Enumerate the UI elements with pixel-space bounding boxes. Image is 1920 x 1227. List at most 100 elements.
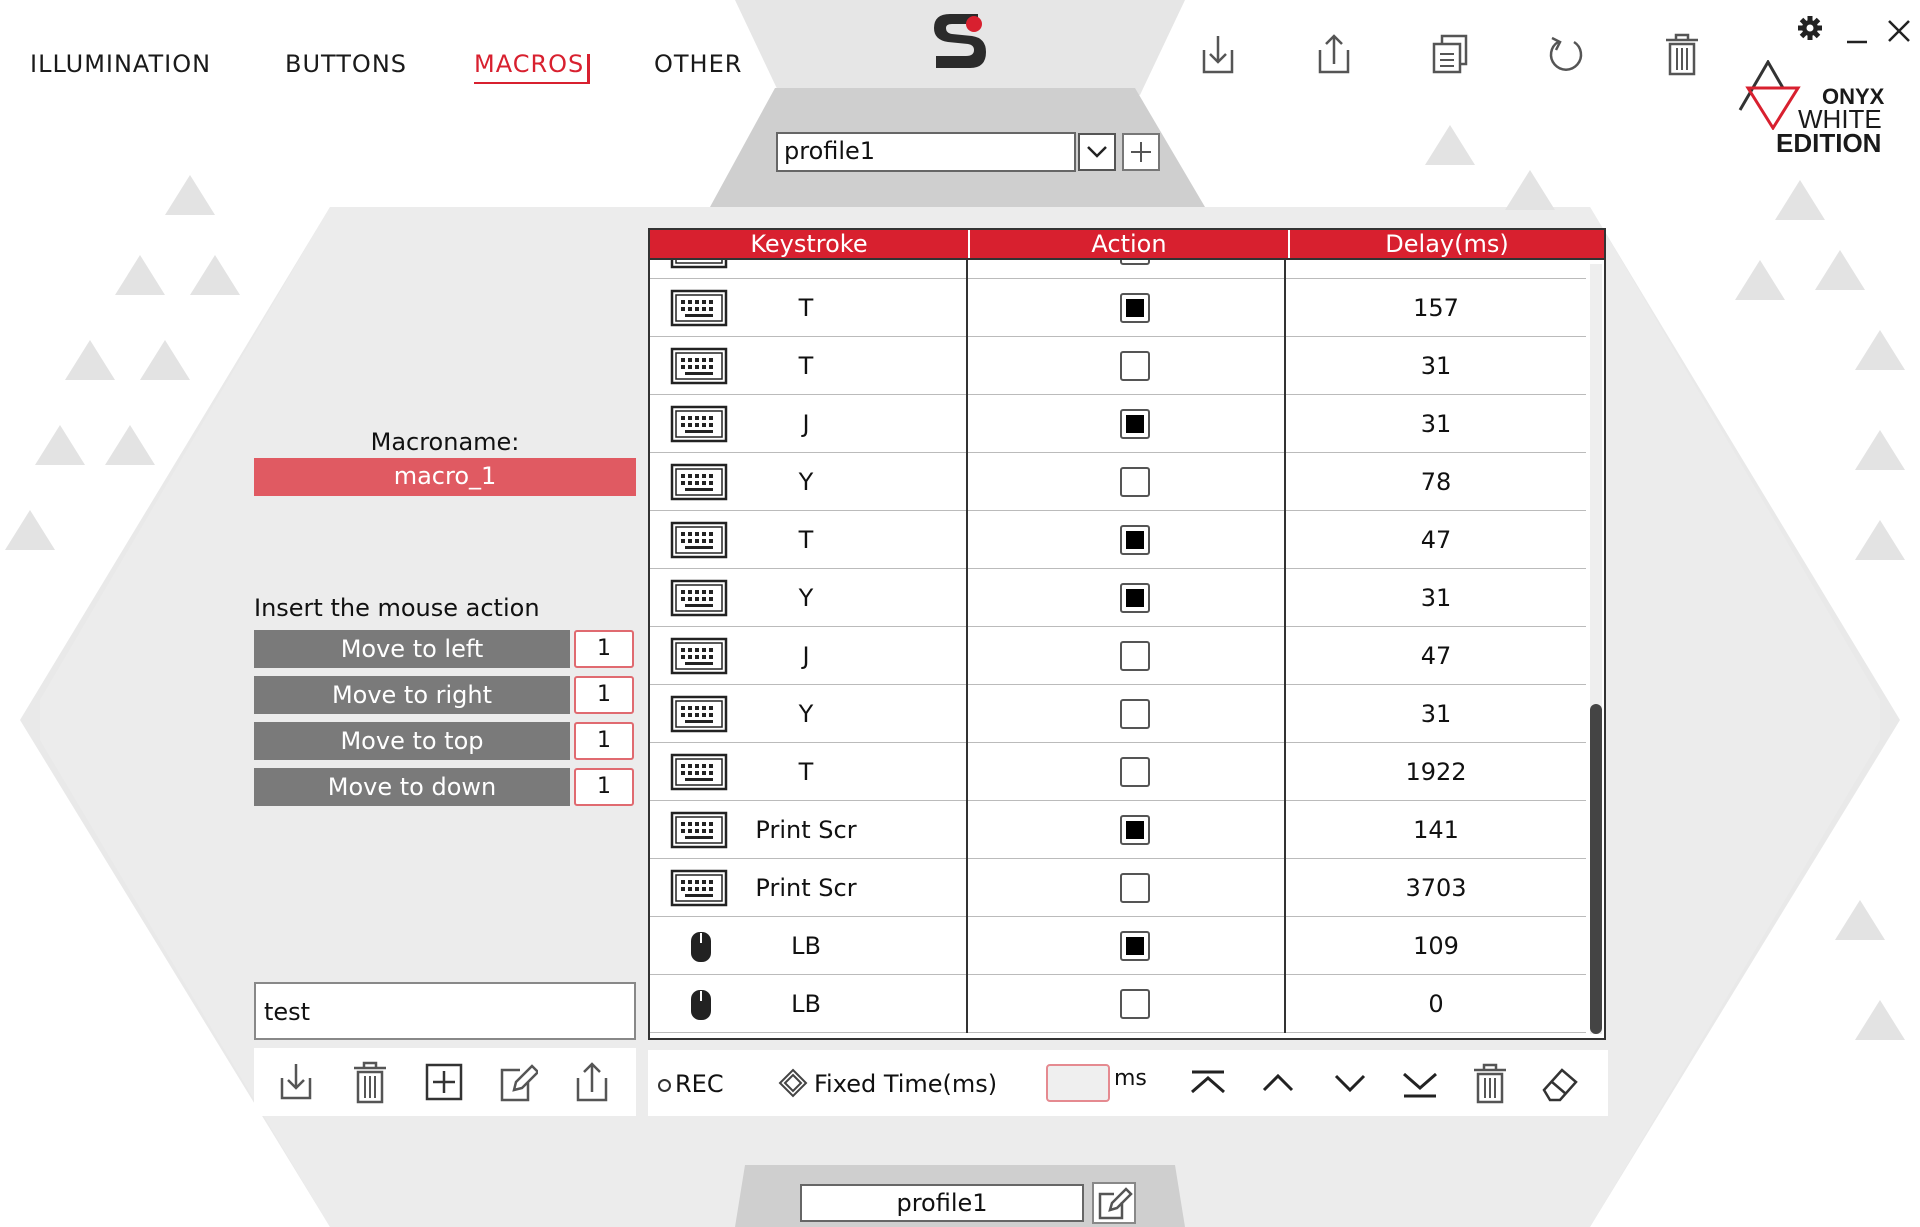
move-right-button[interactable]: Move to right — [254, 676, 570, 714]
table-row[interactable]: J 31 — [650, 395, 1586, 453]
keyboard-icon — [670, 405, 728, 443]
keyboard-icon — [670, 811, 728, 849]
key-down-checkbox[interactable] — [1120, 583, 1150, 613]
keyboard-icon — [670, 521, 728, 559]
delay-cell: 1922 — [1286, 743, 1586, 801]
trash-icon[interactable] — [1660, 30, 1704, 78]
move-top-button[interactable]: Move to top — [254, 722, 570, 760]
delay-value[interactable]: 3703 — [1286, 859, 1586, 917]
tab-macros[interactable]: MACROS — [474, 50, 591, 84]
delay-value[interactable]: 157 — [1286, 279, 1586, 337]
delay-value[interactable]: 47 — [1286, 511, 1586, 569]
key-down-checkbox[interactable] — [1120, 525, 1150, 555]
move-top-amount[interactable]: 1 — [574, 722, 634, 760]
move-down-icon[interactable] — [1330, 1062, 1370, 1104]
edit-profile-icon[interactable] — [1092, 1182, 1136, 1224]
delay-cell: 157 — [1286, 279, 1586, 337]
profile-select[interactable]: profile1 — [776, 132, 1076, 172]
key-up-checkbox[interactable] — [1120, 351, 1150, 381]
add-macro-icon[interactable] — [424, 1060, 464, 1104]
delay-value[interactable]: 47 — [1286, 627, 1586, 685]
import-macro-icon[interactable] — [276, 1060, 316, 1104]
keystroke-cell: T — [650, 279, 968, 337]
table-row[interactable]: Y 31 — [650, 569, 1586, 627]
table-row[interactable]: Y 78 — [650, 453, 1586, 511]
key-up-checkbox[interactable] — [1120, 757, 1150, 787]
delay-value[interactable]: 31 — [1286, 337, 1586, 395]
key-up-checkbox[interactable] — [1120, 989, 1150, 1019]
rec-button[interactable]: REC — [658, 1070, 724, 1098]
add-profile-button[interactable] — [1122, 133, 1160, 171]
delete-event-icon[interactable] — [1470, 1062, 1510, 1104]
close-icon[interactable] — [1886, 18, 1912, 44]
move-left-amount[interactable]: 1 — [574, 630, 634, 668]
eraser-icon[interactable] — [1540, 1062, 1580, 1104]
table-scrollbar[interactable] — [1590, 264, 1602, 1034]
table-row[interactable]: Print Scr 141 — [650, 801, 1586, 859]
key-down-checkbox[interactable] — [1120, 931, 1150, 961]
import-icon[interactable] — [1196, 30, 1240, 78]
keystroke-text: Y — [798, 584, 814, 612]
key-up-checkbox[interactable] — [1120, 873, 1150, 903]
move-left-button[interactable]: Move to left — [254, 630, 570, 668]
keystroke-cell: J — [650, 395, 968, 453]
delay-value[interactable]: 78 — [1286, 453, 1586, 511]
key-down-checkbox[interactable] — [1120, 409, 1150, 439]
tab-illumination[interactable]: ILLUMINATION — [30, 50, 211, 78]
move-up-icon[interactable] — [1258, 1062, 1298, 1104]
delay-value[interactable]: 109 — [1286, 917, 1586, 975]
key-up-checkbox[interactable] — [1120, 467, 1150, 497]
delay-cell: 31 — [1286, 569, 1586, 627]
move-right-amount[interactable]: 1 — [574, 676, 634, 714]
delete-macro-icon[interactable] — [350, 1060, 390, 1104]
scrollbar-thumb[interactable] — [1590, 704, 1602, 1034]
profile-dropdown-button[interactable] — [1078, 133, 1116, 171]
move-down-button[interactable]: Move to down — [254, 768, 570, 806]
delay-cell: 141 — [1286, 801, 1586, 859]
delay-value[interactable]: 141 — [1286, 801, 1586, 859]
app-logo-icon — [934, 14, 986, 68]
fixed-time-toggle[interactable]: Fixed Time(ms) — [778, 1068, 997, 1098]
delay-value[interactable]: 31 — [1286, 395, 1586, 453]
table-row[interactable]: T 47 — [650, 511, 1586, 569]
key-up-checkbox[interactable] — [1120, 641, 1150, 671]
table-row[interactable]: Print Scr 3703 — [650, 859, 1586, 917]
delay-value[interactable]: 31 — [1286, 569, 1586, 627]
move-down-amount[interactable]: 1 — [574, 768, 634, 806]
delay-value[interactable]: 0 — [1286, 975, 1586, 1033]
table-row[interactable]: T 31 — [650, 337, 1586, 395]
export-icon[interactable] — [1312, 30, 1356, 78]
gear-icon[interactable] — [1796, 14, 1824, 42]
rec-label: REC — [675, 1070, 724, 1098]
keystroke-text: LB — [791, 932, 821, 960]
key-up-checkbox[interactable] — [1120, 699, 1150, 729]
key-down-checkbox[interactable] — [1120, 815, 1150, 845]
profile-name-field[interactable]: profile1 — [800, 1184, 1084, 1222]
reset-icon[interactable] — [1544, 30, 1588, 78]
tab-other[interactable]: OTHER — [654, 50, 742, 78]
minimize-icon[interactable] — [1844, 20, 1870, 46]
table-row[interactable]: J 47 — [650, 627, 1586, 685]
macro-list-input[interactable]: test — [254, 982, 636, 1040]
table-row[interactable]: T 1922 — [650, 743, 1586, 801]
action-cell — [968, 685, 1286, 743]
table-row[interactable]: LB 109 — [650, 917, 1586, 975]
fixed-time-input[interactable] — [1046, 1064, 1110, 1102]
table-row[interactable]: Y 31 — [650, 685, 1586, 743]
tab-buttons[interactable]: BUTTONS — [285, 50, 407, 78]
delay-cell: 3703 — [1286, 859, 1586, 917]
edit-macro-icon[interactable] — [498, 1060, 538, 1104]
delay-value[interactable]: 1922 — [1286, 743, 1586, 801]
key-down-checkbox[interactable] — [1120, 293, 1150, 323]
copy-icon[interactable] — [1428, 30, 1472, 78]
move-to-bottom-icon[interactable] — [1400, 1062, 1440, 1104]
action-cell — [968, 917, 1286, 975]
table-row[interactable]: T 157 — [650, 279, 1586, 337]
export-macro-icon[interactable] — [572, 1060, 612, 1104]
table-row[interactable]: LB 0 — [650, 975, 1586, 1033]
macroname-value[interactable]: macro_1 — [254, 458, 636, 496]
move-to-top-icon[interactable] — [1188, 1062, 1228, 1104]
keystroke-text: T — [798, 526, 814, 554]
delay-value[interactable]: 31 — [1286, 685, 1586, 743]
keystroke-text: T — [798, 352, 814, 380]
